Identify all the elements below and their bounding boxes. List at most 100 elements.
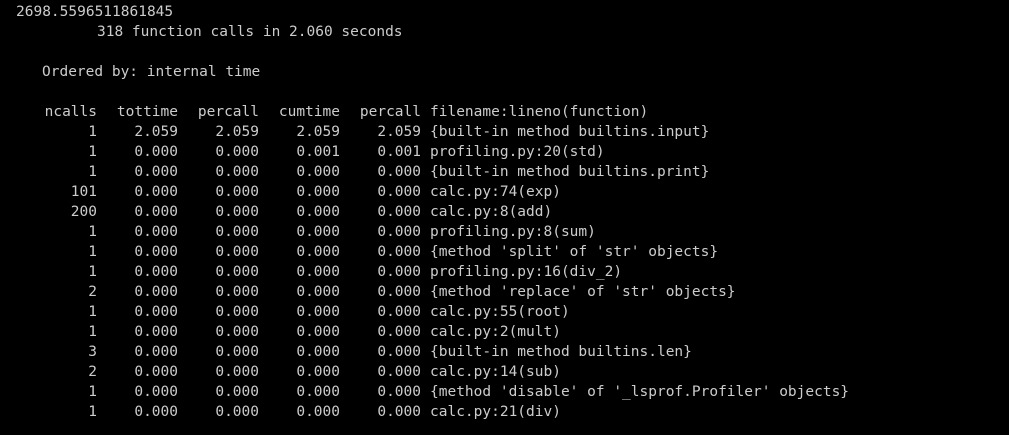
cell-percall-cumulative: 0.000 [377, 204, 421, 220]
cell-cumtime: 0.000 [296, 404, 340, 420]
cell-cumtime: 0.000 [296, 284, 340, 300]
cell-filename: calc.py:2(mult) [430, 324, 561, 340]
table-row: 1 0.000 0.000 0.000 0.000 {built-in method bu… [0, 162, 1009, 182]
cell-percall-cumulative: 0.000 [377, 344, 421, 360]
cell-ncalls: 1 [88, 244, 97, 260]
cell-filename: profiling.py:8(sum) [430, 224, 596, 240]
cell-percall-cumulative: 0.000 [377, 404, 421, 420]
cell-cumtime: 0.000 [296, 364, 340, 380]
cell-percall-cumulative: 0.000 [377, 244, 421, 260]
cell-ncalls: 1 [88, 404, 97, 420]
cell-percall-cumulative: 0.000 [377, 284, 421, 300]
cell-percall: 0.000 [215, 364, 259, 380]
cell-percall-cumulative: 0.000 [377, 384, 421, 400]
cell-cumtime: 0.001 [296, 144, 340, 160]
header-percall-cumulative: percall [359, 104, 421, 120]
cell-percall-cumulative: 0.000 [377, 264, 421, 280]
cell-percall: 0.000 [215, 344, 259, 360]
cell-percall: 0.000 [215, 284, 259, 300]
cell-percall-cumulative: 0.000 [377, 224, 421, 240]
cell-ncalls: 1 [88, 144, 97, 160]
cell-percall: 0.000 [215, 204, 259, 220]
cell-tottime: 0.000 [134, 144, 178, 160]
cell-tottime: 0.000 [134, 324, 178, 340]
cell-percall: 0.000 [215, 304, 259, 320]
header-percall: percall [197, 104, 259, 120]
table-row: 1 0.000 0.000 0.001 0.001 profiling.py:20(std… [0, 142, 1009, 162]
cell-tottime: 0.000 [134, 364, 178, 380]
table-row: 101 0.000 0.000 0.000 0.000 calc.py:74(exp) [0, 182, 1009, 202]
cell-filename: profiling.py:20(std) [430, 144, 605, 160]
cell-filename: {method 'split' of 'str' objects} [430, 244, 719, 260]
table-row: 3 0.000 0.000 0.000 0.000 {built-in method bu… [0, 342, 1009, 362]
cell-cumtime: 2.059 [296, 124, 340, 140]
cell-cumtime: 0.000 [296, 304, 340, 320]
table-row: 1 0.000 0.000 0.000 0.000 {method 'split' of … [0, 242, 1009, 262]
table-row: 1 0.000 0.000 0.000 0.000 calc.py:2(mult) [0, 322, 1009, 342]
cell-tottime: 0.000 [134, 384, 178, 400]
cell-filename: calc.py:21(div) [430, 404, 561, 420]
cell-percall: 0.000 [215, 164, 259, 180]
cell-filename: calc.py:74(exp) [430, 184, 561, 200]
cell-ncalls: 2 [88, 284, 97, 300]
cell-percall-cumulative: 0.000 [377, 304, 421, 320]
cell-percall: 0.000 [215, 404, 259, 420]
cell-percall: 0.000 [215, 224, 259, 240]
terminal-output: 2698.5596511861845 318 function calls in… [0, 0, 1009, 435]
header-ncalls: ncalls [44, 104, 97, 120]
table-row: 1 0.000 0.000 0.000 0.000 profiling.py:8(sum) [0, 222, 1009, 242]
cell-cumtime: 0.000 [296, 324, 340, 340]
cell-ncalls: 101 [70, 184, 97, 200]
cell-filename: calc.py:8(add) [430, 204, 553, 220]
profile-summary: 318 function calls in 2.060 seconds [97, 24, 403, 40]
cell-percall-cumulative: 0.001 [377, 144, 421, 160]
table-row: 2 0.000 0.000 0.000 0.000 {method 'replace' o… [0, 282, 1009, 302]
cell-percall: 0.000 [215, 144, 259, 160]
table-row: 1 2.059 2.059 2.059 2.059 {built-in method bu… [0, 122, 1009, 142]
cell-ncalls: 1 [88, 164, 97, 180]
table-row: 1 0.000 0.000 0.000 0.000 calc.py:21(div) [0, 402, 1009, 422]
cell-filename: {built-in method builtins.len} [430, 344, 692, 360]
cell-tottime: 0.000 [134, 284, 178, 300]
cell-ncalls: 1 [88, 124, 97, 140]
cell-ncalls: 3 [88, 344, 97, 360]
cell-cumtime: 0.000 [296, 164, 340, 180]
cell-cumtime: 0.000 [296, 224, 340, 240]
cell-percall: 2.059 [215, 124, 259, 140]
cell-cumtime: 0.000 [296, 204, 340, 220]
cell-ncalls: 1 [88, 264, 97, 280]
cell-filename: calc.py:55(root) [430, 304, 570, 320]
cell-filename: calc.py:14(sub) [430, 364, 561, 380]
cell-percall: 0.000 [215, 324, 259, 340]
table-row: 2 0.000 0.000 0.000 0.000 calc.py:14(sub) [0, 362, 1009, 382]
cell-filename: {built-in method builtins.print} [430, 164, 710, 180]
stats-table-header: ncalls tottime percall cumtime percall f… [0, 102, 1009, 122]
cell-cumtime: 0.000 [296, 344, 340, 360]
cell-cumtime: 0.000 [296, 264, 340, 280]
cell-ncalls: 1 [88, 224, 97, 240]
cell-tottime: 0.000 [134, 304, 178, 320]
table-row: 200 0.000 0.000 0.000 0.000 calc.py:8(add) [0, 202, 1009, 222]
cell-tottime: 0.000 [134, 404, 178, 420]
cell-ncalls: 1 [88, 384, 97, 400]
cell-filename: profiling.py:16(div_2) [430, 264, 623, 280]
header-filename: filename:lineno(function) [430, 104, 649, 120]
cell-tottime: 0.000 [134, 184, 178, 200]
cell-filename: {built-in method builtins.input} [430, 124, 710, 140]
cell-tottime: 0.000 [134, 164, 178, 180]
cell-tottime: 0.000 [134, 224, 178, 240]
cell-cumtime: 0.000 [296, 244, 340, 260]
cell-tottime: 2.059 [134, 124, 178, 140]
cell-filename: {method 'disable' of '_lsprof.Profiler' … [430, 384, 850, 400]
cell-percall-cumulative: 2.059 [377, 124, 421, 140]
table-row: 1 0.000 0.000 0.000 0.000 calc.py:55(root) [0, 302, 1009, 322]
cell-percall-cumulative: 0.000 [377, 184, 421, 200]
cell-ncalls: 200 [70, 204, 97, 220]
cell-tottime: 0.000 [134, 204, 178, 220]
result-value: 2698.5596511861845 [16, 4, 174, 20]
cell-cumtime: 0.000 [296, 384, 340, 400]
cell-cumtime: 0.000 [296, 184, 340, 200]
cell-percall: 0.000 [215, 184, 259, 200]
cell-percall-cumulative: 0.000 [377, 324, 421, 340]
cell-percall-cumulative: 0.000 [377, 164, 421, 180]
